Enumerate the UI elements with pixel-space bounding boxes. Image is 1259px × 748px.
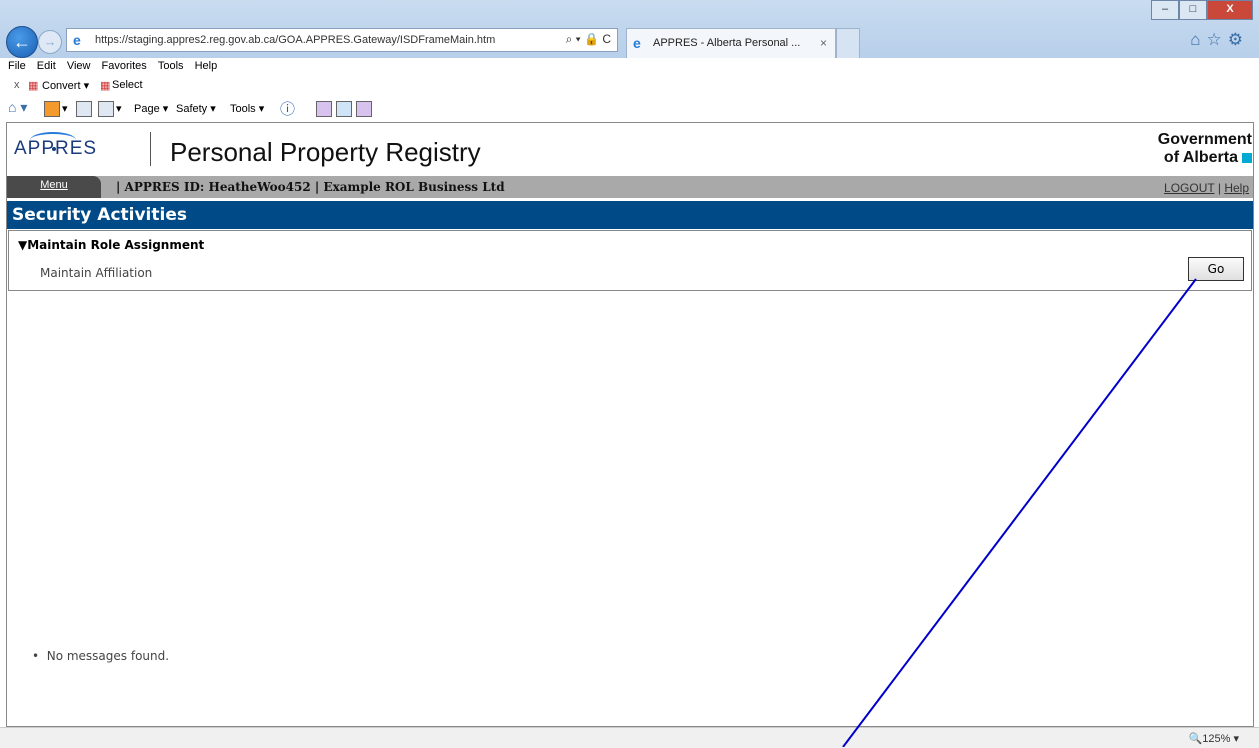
collapse-triangle-icon[interactable]: ▼ bbox=[18, 238, 27, 252]
app-title: Personal Property Registry bbox=[170, 137, 481, 167]
cmd-close-icon[interactable]: x bbox=[14, 79, 20, 91]
mail-icon[interactable] bbox=[76, 101, 92, 117]
onenote-linked-icon[interactable] bbox=[356, 101, 372, 117]
feeds-dropdown-icon[interactable]: ▾ bbox=[62, 102, 68, 115]
minimize-icon[interactable]: – bbox=[1151, 0, 1179, 20]
gov-line2: of Alberta bbox=[1163, 149, 1238, 166]
print-icon[interactable] bbox=[98, 101, 114, 117]
address-url[interactable]: https://staging.appres2.reg.gov.ab.ca/GO… bbox=[95, 34, 495, 46]
message-text: No messages found. bbox=[46, 649, 170, 663]
address-tools-icons[interactable]: ⌕ ▾ 🔒 C bbox=[566, 32, 611, 47]
appres-logo: APPRES bbox=[14, 138, 98, 159]
print-dropdown-icon[interactable]: ▾ bbox=[116, 102, 122, 115]
home-star-gear-icons[interactable]: ⌂☆⚙ bbox=[1190, 30, 1249, 50]
go-button[interactable]: Go bbox=[1188, 257, 1244, 281]
menu-edit[interactable]: Edit bbox=[37, 60, 56, 72]
logout-link[interactable]: LOGOUT bbox=[1164, 181, 1214, 195]
maximize-icon[interactable]: □ bbox=[1179, 0, 1207, 20]
government-of-alberta-logo: Government of Alberta bbox=[1158, 131, 1252, 167]
feeds-icon[interactable] bbox=[44, 101, 60, 117]
favorites-bar: ⌂ ▾ ▾ ▾ Page ▾ Safety ▾ Tools ▾ ⓘ bbox=[0, 96, 1259, 122]
tools-menu[interactable]: Tools ▾ bbox=[230, 102, 264, 115]
menu-tab[interactable]: Menu bbox=[7, 176, 101, 198]
zoom-value[interactable]: 125% bbox=[1202, 733, 1230, 745]
new-tab-button[interactable] bbox=[836, 28, 860, 58]
menu-tools[interactable]: Tools bbox=[158, 60, 184, 72]
ie-logo-icon: e bbox=[73, 32, 81, 48]
help-link[interactable]: Help bbox=[1224, 181, 1249, 195]
help-icon[interactable]: ⓘ bbox=[280, 98, 295, 119]
message-bullet: • bbox=[32, 649, 40, 663]
browser-tab[interactable]: e APPRES - Alberta Personal ... × bbox=[626, 28, 836, 58]
tab-close-icon[interactable]: × bbox=[820, 36, 827, 50]
status-bar: 🔍125% ▾ bbox=[0, 727, 1259, 748]
messages-list: • No messages found. bbox=[32, 649, 169, 663]
role-group-header[interactable]: ▼Maintain Role Assignment bbox=[18, 238, 204, 252]
window-controls: – □ X bbox=[1151, 0, 1253, 20]
onenote-icon[interactable] bbox=[316, 101, 332, 117]
tab-ie-icon: e bbox=[633, 35, 641, 51]
pdf-convert-icon: ▦ bbox=[28, 80, 39, 92]
gov-square-icon bbox=[1242, 153, 1252, 163]
role-group-label: Maintain Role Assignment bbox=[27, 238, 205, 252]
appres-id-text: | APPRES ID: HeatheWoo452 | Example ROL … bbox=[116, 180, 505, 194]
safety-menu[interactable]: Safety ▾ bbox=[176, 102, 216, 115]
select-button[interactable]: Select bbox=[112, 79, 143, 91]
page-menu[interactable]: Page ▾ bbox=[134, 102, 168, 115]
address-bar[interactable]: e https://staging.appres2.reg.gov.ab.ca/… bbox=[66, 28, 618, 52]
section-title: Security Activities bbox=[7, 201, 1253, 229]
menu-file[interactable]: File bbox=[8, 60, 26, 72]
close-window-icon[interactable]: X bbox=[1207, 0, 1253, 20]
command-bar: x ▦ Convert ▾ ▦ Select bbox=[0, 76, 1259, 96]
gov-line1: Government bbox=[1157, 131, 1252, 148]
back-arrow-icon[interactable]: ← bbox=[6, 26, 38, 58]
menu-help[interactable]: Help bbox=[195, 60, 218, 72]
lync-icon[interactable] bbox=[336, 101, 352, 117]
tab-title[interactable]: APPRES - Alberta Personal ... bbox=[653, 37, 800, 49]
home-icon[interactable]: ⌂ ▾ bbox=[8, 99, 27, 116]
header-divider bbox=[150, 132, 151, 166]
menu-favorites[interactable]: Favorites bbox=[102, 60, 147, 72]
forward-arrow-icon[interactable]: → bbox=[38, 30, 62, 54]
pdf-select-icon: ▦ bbox=[100, 80, 111, 92]
menu-bar: File Edit View Favorites Tools Help bbox=[0, 58, 1259, 76]
menu-view[interactable]: View bbox=[67, 60, 91, 72]
logout-help-links: LOGOUT | Help bbox=[1164, 181, 1249, 195]
convert-button[interactable]: Convert ▾ bbox=[42, 79, 89, 92]
zoom-level[interactable]: 🔍125% ▾ bbox=[1189, 732, 1239, 745]
maintain-affiliation-label: Maintain Affiliation bbox=[40, 266, 153, 280]
link-separator: | bbox=[1217, 181, 1221, 195]
